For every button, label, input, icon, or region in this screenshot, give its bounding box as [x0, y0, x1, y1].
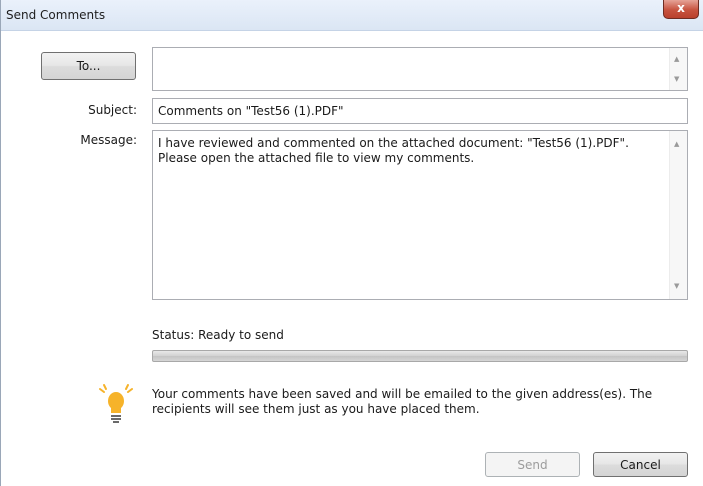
to-button[interactable]: To... — [41, 52, 136, 80]
message-field[interactable]: I have reviewed and commented on the att… — [152, 130, 688, 300]
subject-label: Subject: — [88, 103, 137, 117]
send-button[interactable]: Send — [485, 452, 580, 477]
cancel-button[interactable]: Cancel — [593, 452, 688, 477]
subject-field[interactable]: Comments on "Test56 (1).PDF" — [152, 98, 688, 124]
message-scrollbar[interactable]: ▲ ▼ — [669, 131, 687, 299]
subject-value: Comments on "Test56 (1).PDF" — [158, 104, 344, 118]
scroll-up-icon[interactable]: ▲ — [674, 55, 679, 63]
scroll-down-icon[interactable]: ▼ — [674, 75, 679, 83]
send-comments-dialog: Send Comments x To... ▲ ▼ Subject: Comme… — [0, 0, 703, 486]
status-text: Status: Ready to send — [152, 328, 284, 342]
window-title: Send Comments — [6, 8, 106, 22]
to-scrollbar[interactable]: ▲ ▼ — [669, 48, 687, 90]
scroll-down-icon[interactable]: ▼ — [674, 282, 679, 290]
info-text: Your comments have been saved and will b… — [152, 387, 653, 416]
close-button[interactable]: x — [663, 0, 699, 19]
status-progress-bar — [152, 350, 688, 362]
message-value: I have reviewed and commented on the att… — [158, 136, 629, 165]
to-field[interactable]: ▲ ▼ — [152, 47, 688, 91]
message-label: Message: — [80, 133, 137, 147]
lightbulb-icon — [96, 383, 136, 429]
scroll-up-icon[interactable]: ▲ — [674, 140, 679, 148]
title-bar: Send Comments x — [1, 0, 703, 31]
